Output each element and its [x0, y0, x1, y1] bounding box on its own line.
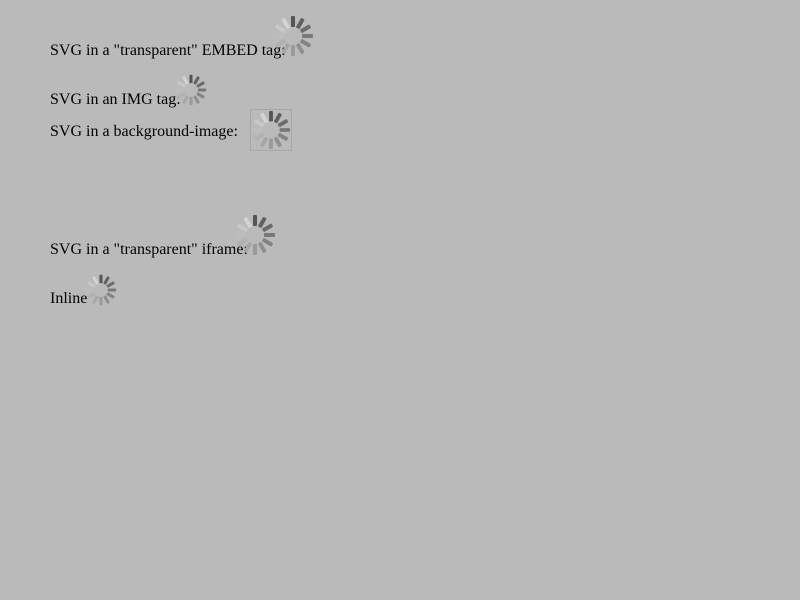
iframe-label: SVG in a "transparent" iframe: [50, 241, 248, 258]
spinner-spoke [296, 43, 305, 54]
spinner-spoke [269, 110, 273, 122]
img-row: SVG in an IMG tag: [50, 70, 250, 110]
spinner-spoke [243, 242, 252, 253]
inline-row: Inline [50, 270, 150, 310]
spinner-spoke [193, 95, 200, 104]
embed-label: SVG in a "transparent" EMBED tag: [50, 42, 286, 59]
spinner-spoke [177, 92, 186, 99]
spinner-spoke [275, 39, 286, 48]
spinner-spoke [196, 81, 205, 88]
spinner-spoke [107, 288, 117, 292]
spinner-spoke [281, 43, 290, 54]
spinner-spoke [106, 292, 115, 299]
spinner-spoke [300, 39, 311, 48]
spinner-spoke [253, 119, 265, 128]
spinner-spoke [277, 119, 289, 128]
loading-spinner-icon [251, 110, 291, 150]
inline-label: Inline [50, 290, 88, 307]
iframe-row: SVG in a "transparent" iframe: [50, 210, 310, 270]
embed-row: SVG in a "transparent" EMBED tag: [50, 0, 350, 70]
spinner-spoke [175, 88, 185, 92]
spinner-spoke [253, 215, 257, 226]
spinner-spoke [291, 45, 295, 56]
spinner-spoke [87, 281, 96, 288]
spinner-spoke [269, 138, 273, 150]
background-image-box [250, 109, 292, 151]
spinner-spoke [182, 76, 189, 85]
spinner-spoke [189, 74, 193, 84]
spinner-spoke [258, 217, 267, 228]
spinner-spoke [253, 244, 257, 255]
spinner-spoke [106, 281, 115, 288]
spinner-spoke [273, 112, 282, 124]
spinner-spoke [291, 16, 295, 27]
spinner-spoke [177, 81, 186, 88]
spinner-spoke [262, 238, 273, 247]
loading-spinner-icon [175, 74, 207, 106]
spinner-spoke [277, 132, 289, 141]
spinner-spoke [92, 295, 99, 304]
spinner-spoke [243, 217, 252, 228]
spinner-spoke [193, 76, 200, 85]
loading-spinner-icon [85, 274, 117, 306]
spinner-spoke [251, 128, 263, 132]
background-image-row: SVG in a background-image: [50, 106, 310, 156]
loading-spinner-icon [273, 16, 313, 56]
spinner-spoke [196, 92, 205, 99]
spinner-spoke [275, 24, 286, 33]
spinner-spoke [262, 223, 273, 232]
spinner-spoke [273, 136, 282, 148]
spinner-spoke [237, 238, 248, 247]
background-image-label: SVG in a background-image: [50, 123, 238, 140]
spinner-spoke [260, 136, 269, 148]
spinner-spoke [103, 276, 110, 285]
loading-spinner-icon [235, 215, 275, 255]
spinner-spoke [279, 128, 291, 132]
spinner-spoke [237, 223, 248, 232]
spinner-spoke [92, 276, 99, 285]
spinner-spoke [87, 292, 96, 299]
spinner-spoke [99, 296, 103, 306]
spinner-spoke [189, 96, 193, 106]
spinner-spoke [264, 233, 275, 237]
spinner-spoke [235, 233, 246, 237]
spinner-spoke [302, 34, 313, 38]
spinner-spoke [296, 18, 305, 29]
spinner-spoke [281, 18, 290, 29]
spinner-spoke [99, 274, 103, 284]
spinner-spoke [85, 288, 95, 292]
spinner-spoke [300, 24, 311, 33]
spinner-spoke [260, 112, 269, 124]
spinner-spoke [253, 132, 265, 141]
spinner-spoke [258, 242, 267, 253]
spinner-spoke [103, 295, 110, 304]
spinner-spoke [273, 34, 284, 38]
spinner-spoke [197, 88, 207, 92]
spinner-spoke [182, 95, 189, 104]
